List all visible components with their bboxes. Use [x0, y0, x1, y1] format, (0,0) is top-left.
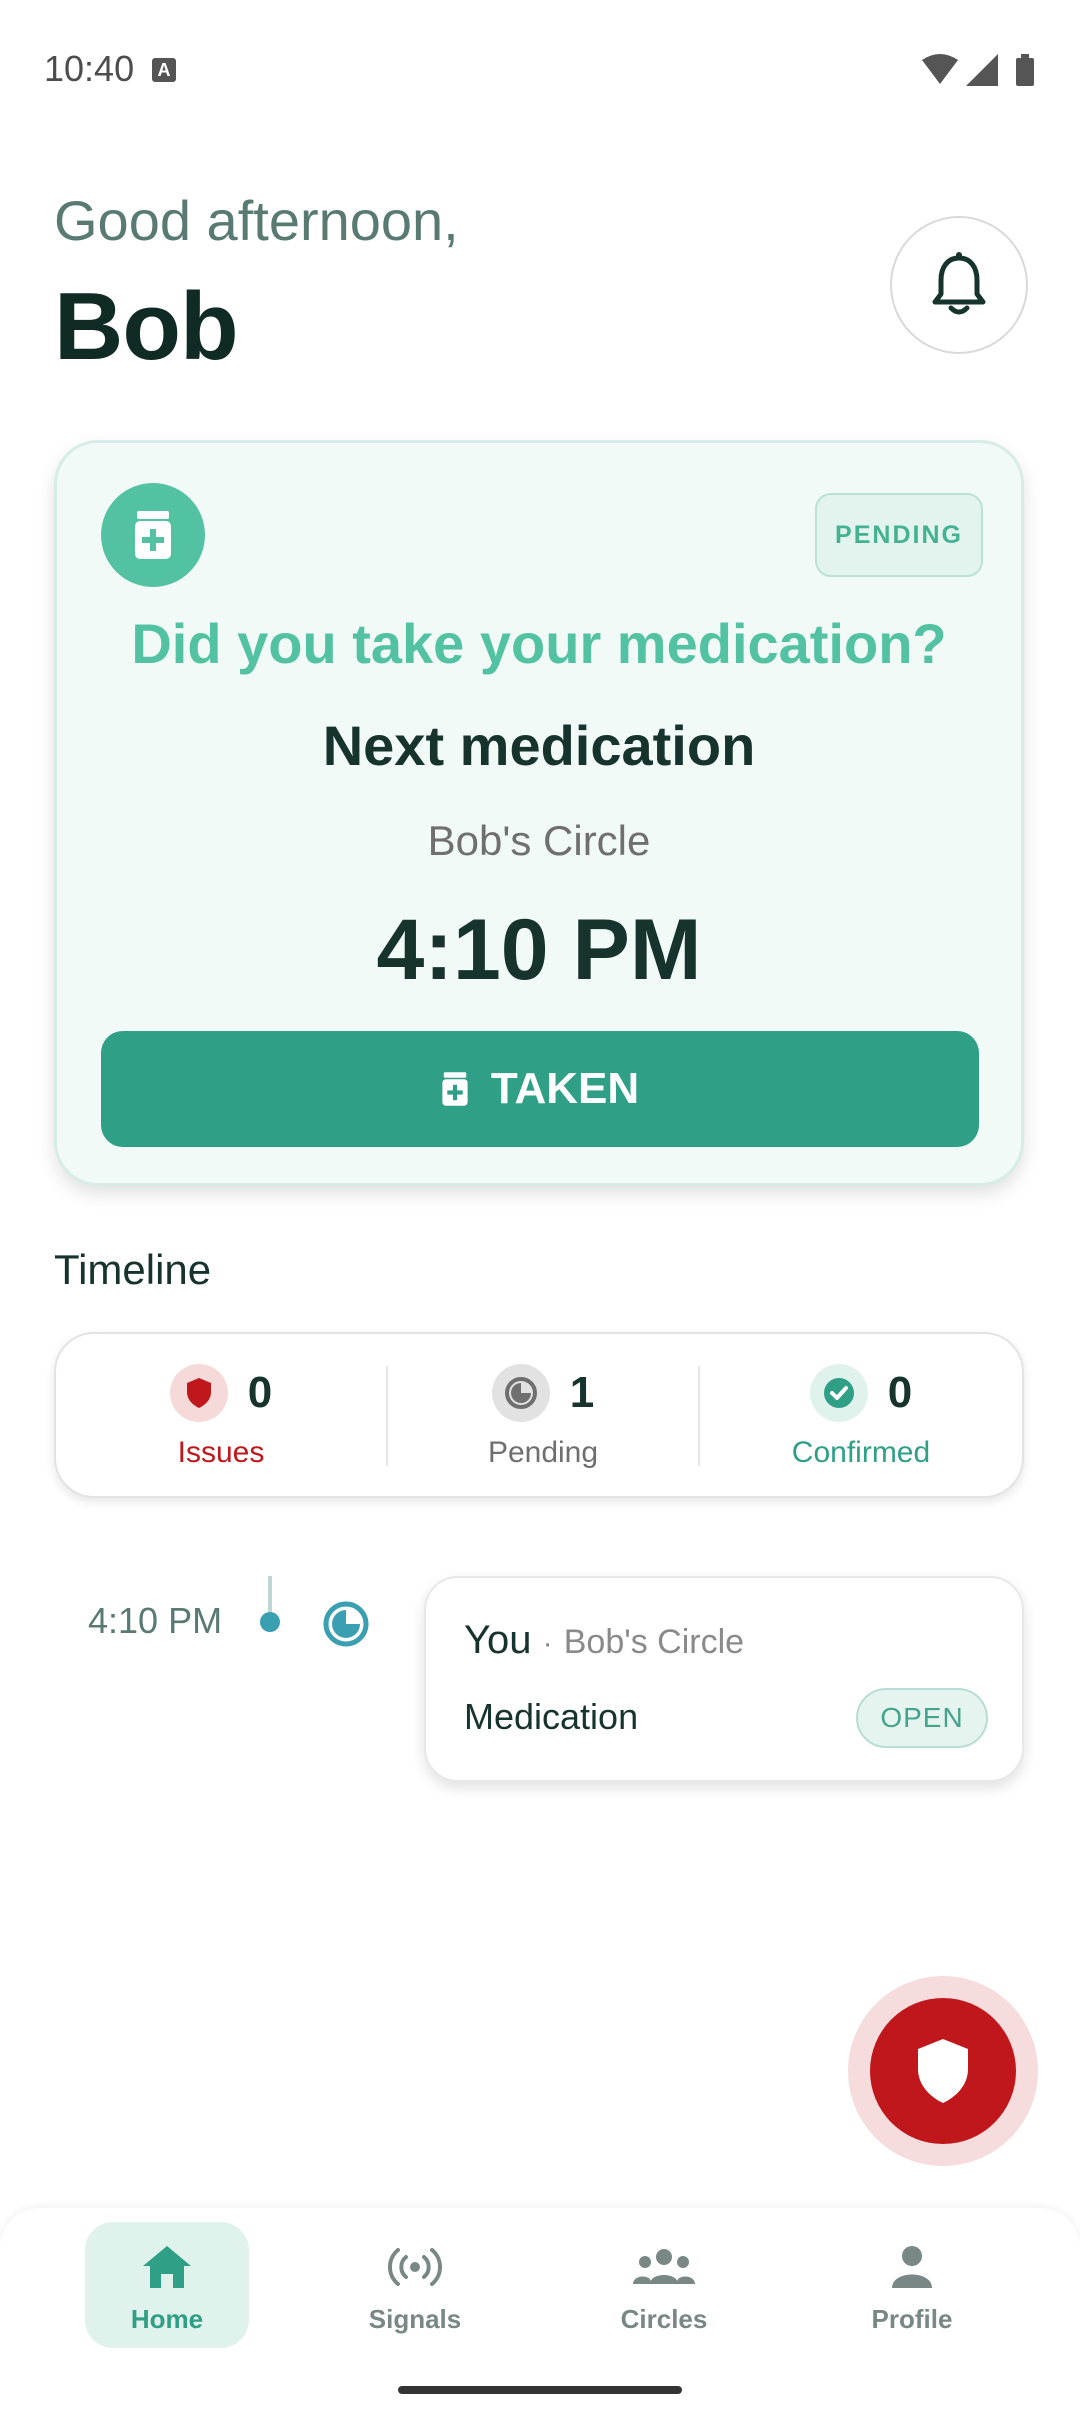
nav-profile-label: Profile [871, 2304, 953, 2334]
pending-label: Pending [487, 1436, 599, 1469]
keyboard-indicator-icon: A [152, 58, 176, 82]
entry-time: 4:10 PM [88, 1600, 223, 1641]
medication-question: Did you take your medication? [131, 612, 947, 675]
greeting-text: Good afternoon, [54, 189, 459, 252]
entry-circle: Bob's Circle [563, 1623, 745, 1661]
entry-separator: · [542, 1627, 553, 1660]
status-badge: PENDING [815, 493, 983, 577]
status-time: 10:40 [44, 48, 135, 89]
pending-stat[interactable]: 1 Pending [388, 1334, 698, 1500]
nav-circles[interactable]: Circles [582, 2222, 746, 2348]
nav-home[interactable]: Home [85, 2222, 249, 2348]
medication-time: 4:10 PM [376, 902, 702, 998]
timeline-summary: 0 Issues 1 Pending 0 Confirmed [54, 1332, 1024, 1498]
nav-signals-label: Signals [368, 2304, 462, 2334]
battery-icon [1016, 54, 1034, 86]
issues-count: 0 [247, 1368, 273, 1417]
bell-icon [932, 252, 986, 315]
circles-icon [633, 2249, 695, 2284]
nav-home-label: Home [130, 2304, 204, 2334]
medication-icon [442, 1072, 468, 1106]
confirmed-count: 0 [887, 1368, 913, 1417]
timeline-entry-card[interactable]: You · Bob's Circle Medication OPEN [424, 1576, 1024, 1782]
status-icons [920, 52, 1040, 93]
entry-status-badge: OPEN [856, 1688, 988, 1748]
nav-circles-label: Circles [620, 2304, 708, 2334]
confirmed-stat[interactable]: 0 Confirmed [700, 1334, 1022, 1500]
taken-button[interactable]: TAKEN [101, 1031, 979, 1147]
nav-signals[interactable]: Signals [333, 2222, 497, 2348]
confirmed-label: Confirmed [791, 1436, 931, 1469]
user-name: Bob [54, 273, 239, 380]
home-icon [143, 2246, 191, 2288]
cellular-signal-icon [966, 54, 998, 86]
sos-button[interactable] [870, 1998, 1016, 2144]
clock-icon [491, 1364, 550, 1422]
timeline-dot [260, 1612, 280, 1632]
notifications-button[interactable] [890, 216, 1028, 354]
status-bar: 10:40 A [0, 0, 1080, 140]
issues-label: Issues [177, 1436, 265, 1469]
signals-icon [387, 2248, 443, 2286]
home-indicator[interactable] [398, 2386, 682, 2394]
wifi-icon [922, 54, 958, 84]
medication-icon [101, 483, 205, 587]
shield-icon [169, 1364, 228, 1422]
profile-icon [892, 2246, 932, 2288]
entry-type: Medication [464, 1696, 639, 1737]
pending-count: 1 [569, 1368, 595, 1417]
entry-header: You · Bob's Circle [464, 1618, 744, 1663]
medication-title: Next medication [322, 714, 756, 777]
pending-clock-icon [322, 1600, 370, 1653]
nav-profile[interactable]: Profile [830, 2222, 994, 2348]
medication-card: PENDING Did you take your medication? Ne… [54, 440, 1024, 1186]
issues-stat[interactable]: 0 Issues [56, 1334, 386, 1500]
timeline-heading: Timeline [54, 1246, 212, 1293]
medication-circle: Bob's Circle [427, 817, 651, 864]
taken-button-label: TAKEN [490, 1064, 640, 1113]
entry-actor: You [464, 1618, 532, 1662]
shield-icon [918, 2039, 968, 2103]
check-circle-icon [809, 1364, 868, 1422]
